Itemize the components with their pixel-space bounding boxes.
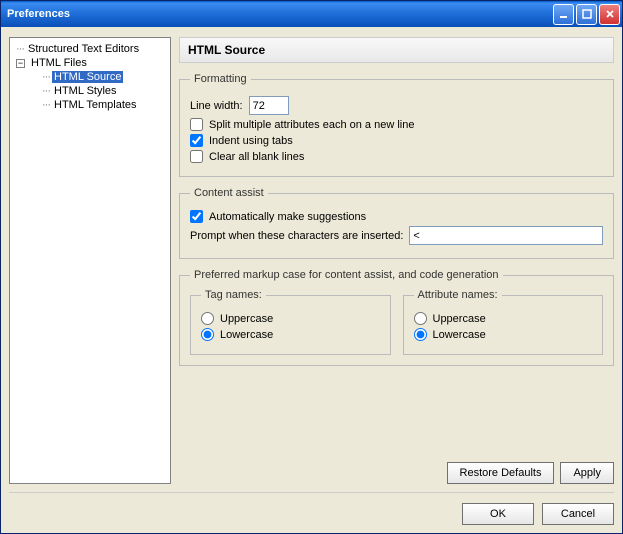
tree-connector-icon: ··· (42, 85, 50, 97)
cancel-button[interactable]: Cancel (542, 503, 614, 525)
tag-uppercase-radio[interactable] (201, 312, 214, 325)
prompt-chars-label: Prompt when these characters are inserte… (190, 230, 403, 242)
tag-uppercase-label: Uppercase (220, 313, 273, 325)
page-buttons: Restore Defaults Apply (179, 454, 614, 484)
tree-label: HTML Templates (52, 99, 139, 111)
attr-names-legend: Attribute names: (414, 289, 502, 301)
auto-suggest-label: Automatically make suggestions (209, 211, 366, 223)
split-attributes-checkbox[interactable] (190, 118, 203, 131)
tree-item-html-styles[interactable]: ··· HTML Styles (12, 84, 168, 98)
tree-label: HTML Styles (52, 85, 119, 97)
tree-item-html-templates[interactable]: ··· HTML Templates (12, 98, 168, 112)
tag-names-legend: Tag names: (201, 289, 266, 301)
apply-button[interactable]: Apply (560, 462, 614, 484)
tree-connector-icon: ··· (42, 71, 50, 83)
line-width-label: Line width: (190, 100, 243, 112)
page-title: HTML Source (179, 37, 614, 63)
tree-item-html-source[interactable]: ··· HTML Source (12, 70, 168, 84)
markup-case-legend: Preferred markup case for content assist… (190, 269, 503, 281)
auto-suggest-checkbox[interactable] (190, 210, 203, 223)
markup-case-group: Preferred markup case for content assist… (179, 269, 614, 366)
split-attributes-label: Split multiple attributes each on a new … (209, 119, 414, 131)
attr-uppercase-radio[interactable] (414, 312, 427, 325)
tree-label: Structured Text Editors (26, 43, 141, 55)
collapse-icon[interactable]: − (16, 59, 25, 68)
close-button[interactable] (599, 4, 620, 25)
tree-label: HTML Files (29, 57, 89, 69)
main-panel: HTML Source Formatting Line width: Split… (179, 37, 614, 484)
clear-blank-label: Clear all blank lines (209, 151, 304, 163)
line-width-input[interactable] (249, 96, 289, 115)
window-title: Preferences (7, 8, 551, 20)
content-assist-legend: Content assist (190, 187, 268, 199)
content-assist-group: Content assist Automatically make sugges… (179, 187, 614, 259)
prompt-chars-input[interactable] (409, 226, 603, 245)
indent-tabs-checkbox[interactable] (190, 134, 203, 147)
tree-label: HTML Source (52, 71, 123, 83)
attr-lowercase-label: Lowercase (433, 329, 486, 341)
attr-names-group: Attribute names: Uppercase Lowercase (403, 289, 604, 355)
attr-uppercase-label: Uppercase (433, 313, 486, 325)
content-area: ··· Structured Text Editors − HTML Files… (1, 27, 622, 492)
tree-connector-icon: ··· (16, 43, 24, 55)
restore-defaults-button[interactable]: Restore Defaults (447, 462, 555, 484)
titlebar: Preferences (1, 1, 622, 27)
ok-button[interactable]: OK (462, 503, 534, 525)
tag-names-group: Tag names: Uppercase Lowercase (190, 289, 391, 355)
indent-tabs-label: Indent using tabs (209, 135, 293, 147)
dialog-buttons: OK Cancel (9, 492, 614, 525)
formatting-group: Formatting Line width: Split multiple at… (179, 73, 614, 177)
tree-item-html-files[interactable]: − HTML Files (12, 56, 168, 70)
nav-tree: ··· Structured Text Editors − HTML Files… (9, 37, 171, 484)
clear-blank-checkbox[interactable] (190, 150, 203, 163)
tag-lowercase-label: Lowercase (220, 329, 273, 341)
tag-lowercase-radio[interactable] (201, 328, 214, 341)
maximize-button[interactable] (576, 4, 597, 25)
attr-lowercase-radio[interactable] (414, 328, 427, 341)
tree-connector-icon: ··· (42, 99, 50, 111)
preferences-window: Preferences ··· Structured Text Editors … (0, 0, 623, 534)
tree-item-structured[interactable]: ··· Structured Text Editors (12, 42, 168, 56)
minimize-button[interactable] (553, 4, 574, 25)
formatting-legend: Formatting (190, 73, 251, 85)
